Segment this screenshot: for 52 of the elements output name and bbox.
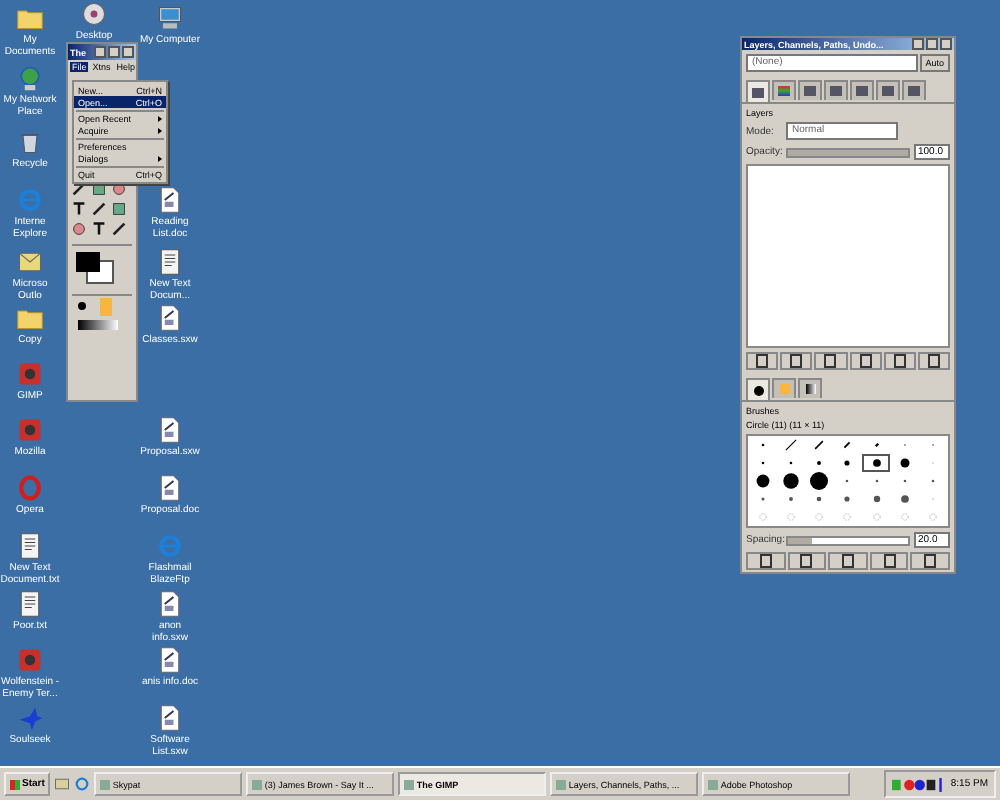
document-icon[interactable] <box>156 590 184 618</box>
dock-tab[interactable] <box>746 80 770 102</box>
brush-swatch[interactable] <box>862 454 891 472</box>
text-file-icon[interactable] <box>16 532 44 560</box>
minimize-button[interactable] <box>912 38 924 50</box>
opacity-slider[interactable] <box>786 147 910 157</box>
browser-icon[interactable] <box>74 774 91 794</box>
close-button[interactable] <box>122 46 134 58</box>
text-file-icon[interactable] <box>156 248 184 276</box>
windows-flag-icon <box>10 779 20 789</box>
folder-icon[interactable] <box>16 304 44 332</box>
layer-action-button[interactable] <box>780 352 813 370</box>
close-button[interactable] <box>940 38 952 50</box>
desktop-icon[interactable] <box>54 774 71 794</box>
layer-action-button[interactable] <box>917 352 951 370</box>
document-icon[interactable] <box>156 474 184 502</box>
minimize-button[interactable] <box>94 46 106 58</box>
document-icon[interactable] <box>156 304 184 332</box>
layer-action-button[interactable] <box>814 352 848 370</box>
folder-icon[interactable] <box>16 4 44 32</box>
brush-action-button[interactable] <box>746 552 786 570</box>
tool-icon[interactable] <box>90 220 108 238</box>
spacing-slider[interactable] <box>786 535 910 545</box>
document-icon[interactable] <box>156 186 184 214</box>
computer-icon[interactable] <box>156 4 184 32</box>
document-icon[interactable] <box>156 704 184 732</box>
dock-tab[interactable] <box>798 378 822 398</box>
text-file-icon[interactable] <box>16 590 44 618</box>
document-icon[interactable] <box>156 646 184 674</box>
app-icon[interactable] <box>16 360 44 388</box>
brush-action-button[interactable] <box>910 552 950 570</box>
brush-action-button[interactable] <box>869 552 909 570</box>
brush-action-button[interactable] <box>787 552 827 570</box>
layer-action-button[interactable] <box>849 352 882 370</box>
submenu-arrow-icon <box>158 155 162 161</box>
document-icon[interactable] <box>156 416 184 444</box>
tray-icons-drawing[interactable] <box>892 775 945 793</box>
globe-icon[interactable] <box>16 64 44 92</box>
brush-swatch[interactable] <box>805 472 834 490</box>
brush-action-button[interactable] <box>828 552 868 570</box>
disc-icon[interactable] <box>80 0 108 28</box>
layer-action-button[interactable] <box>746 352 779 370</box>
color-swatches[interactable] <box>72 244 132 286</box>
dock-tab[interactable] <box>746 378 770 400</box>
app-icon[interactable] <box>16 416 44 444</box>
recycle-bin-icon[interactable] <box>16 128 44 156</box>
maximize-button[interactable] <box>926 38 938 50</box>
tool-icon[interactable] <box>70 200 88 218</box>
maximize-button[interactable] <box>108 46 120 58</box>
envelope-icon[interactable] <box>16 248 44 276</box>
app-icon[interactable] <box>16 646 44 674</box>
layer-action-button[interactable] <box>883 352 916 370</box>
